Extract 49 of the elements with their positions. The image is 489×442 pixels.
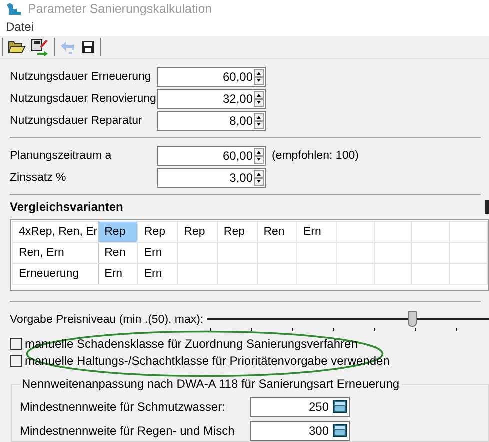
grid-cell[interactable]: Ren [257,221,297,242]
slider-thumb[interactable] [408,310,417,327]
grid-cell[interactable]: Rep [178,221,218,242]
grid-cell[interactable]: Rep [217,221,258,242]
field-label: Planungszeitraum a [10,150,113,162]
field-label: Mindestnennweite für Regen- und Misch [20,424,236,438]
checkbox[interactable] [10,355,22,368]
number-field[interactable]: 250 [250,396,350,417]
grid-cell[interactable]: Ern [138,242,178,264]
menu-item[interactable]: Datei [6,20,34,34]
folder-icon[interactable] [8,38,26,55]
spinner-arrows-icon[interactable] [254,68,264,85]
number-field[interactable]: 60,00 [157,146,266,166]
slider-label: Vorgabe Preisniveau (min .(50). max): [10,314,205,326]
panel-edge [485,200,489,214]
field-label: Nutzungsdauer Renovierung [10,92,157,105]
field-label: Nutzungsdauer Erneuerung [10,70,152,83]
field-label: Zinssatz % [10,172,68,184]
number-field[interactable]: 60,00 [157,66,266,87]
window-title: Parameter Sanierungskalkulation [28,2,212,16]
row-header[interactable]: 4xRep, Ren, Er [12,221,98,242]
spinner-arrows-icon[interactable] [254,112,264,129]
spinner-arrows-icon[interactable] [254,148,264,164]
grid-cell[interactable]: Ern [296,221,336,242]
grid-cell[interactable]: Ren [98,242,138,264]
grid-cell[interactable]: Ern [138,263,178,284]
save-icon[interactable] [81,40,95,54]
spinner-arrows-icon[interactable] [254,170,264,186]
number-field[interactable]: 8,00 [157,110,266,131]
calculator-icon[interactable] [333,424,347,438]
spinner-arrows-icon[interactable] [254,90,264,107]
grid-cell[interactable]: Rep [98,221,138,242]
row-header[interactable]: Ren, Ern [12,242,98,264]
field-label: Nutzungsdauer Reparatur [10,114,144,127]
document-arrow-icon[interactable] [31,38,49,56]
number-field[interactable]: 3,00 [157,168,266,188]
section-title: Vergleichsvarianten [10,200,124,214]
app-icon [6,2,22,16]
row-header[interactable]: Erneuerung [12,263,98,284]
number-field[interactable]: 300 [250,420,350,441]
group-title: Nennweitenanpassung nach DWA-A 118 für Sanierungsart Erneuerung [20,376,402,391]
grid-cell[interactable]: Rep [138,221,178,242]
calculator-icon[interactable] [333,400,347,414]
price-slider[interactable] [207,308,489,331]
hint-text: (empfohlen: 100) [272,150,359,162]
grid-cell[interactable]: Ern [98,263,138,284]
field-label: Mindestnennweite für Schmutzwasser: [20,400,226,414]
checkbox[interactable] [10,338,22,350]
number-field[interactable]: 32,00 [157,88,266,109]
